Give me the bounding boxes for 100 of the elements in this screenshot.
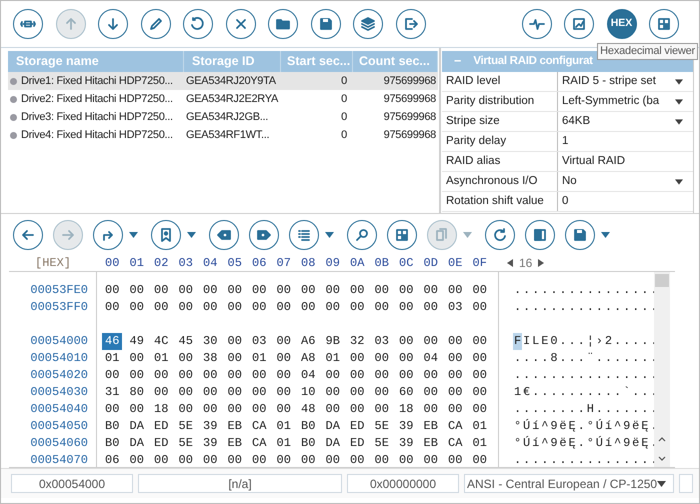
hex-byte[interactable]: 00 xyxy=(203,385,218,399)
hex-byte[interactable]: DA xyxy=(326,436,340,450)
hex-byte[interactable]: 00 xyxy=(130,351,144,365)
hex-byte[interactable]: 00 xyxy=(472,368,487,382)
dropdown-caret-icon[interactable] xyxy=(675,118,683,124)
hex-byte[interactable]: A6 xyxy=(301,334,316,348)
grid-button[interactable] xyxy=(387,220,417,250)
dropdown-caret-icon[interactable] xyxy=(601,232,610,238)
hex-byte[interactable]: 00 xyxy=(276,334,291,348)
hex-byte[interactable]: 00 xyxy=(178,402,193,416)
hex-byte[interactable]: 48 xyxy=(301,402,316,416)
hex-view-button[interactable]: HEX xyxy=(606,9,636,39)
hex-byte[interactable]: 00 xyxy=(448,385,462,399)
property-value[interactable]: No xyxy=(558,172,693,191)
hex-byte[interactable]: ED xyxy=(154,436,168,450)
hex-byte[interactable]: 00 xyxy=(154,283,168,297)
hex-byte[interactable]: 00 xyxy=(399,368,414,382)
hex-byte[interactable]: 4C xyxy=(154,334,168,348)
hex-byte[interactable]: 00 xyxy=(350,402,364,416)
layers-button[interactable] xyxy=(353,9,383,39)
hex-byte[interactable]: 01 xyxy=(154,351,168,365)
hex-byte[interactable]: 00 xyxy=(203,453,218,467)
hex-byte[interactable]: 00 xyxy=(228,351,242,365)
hex-byte[interactable]: 00 xyxy=(448,351,462,365)
hex-byte[interactable]: 00 xyxy=(203,368,218,382)
hex-byte[interactable]: 00 xyxy=(350,453,364,467)
pencil-button[interactable] xyxy=(140,9,170,39)
hex-byte[interactable]: 00 xyxy=(178,453,193,467)
hex-byte[interactable]: 00 xyxy=(374,283,389,297)
hex-byte[interactable]: EB xyxy=(228,419,242,433)
hex-byte[interactable]: 01 xyxy=(326,351,340,365)
hex-byte[interactable]: 00 xyxy=(326,300,340,314)
hex-byte[interactable]: 00 xyxy=(105,283,120,297)
hex-byte[interactable]: 00 xyxy=(130,368,144,382)
hex-byte[interactable]: 39 xyxy=(399,419,414,433)
hex-byte[interactable]: 00 xyxy=(448,283,462,297)
hex-byte[interactable]: 00 xyxy=(252,385,266,399)
hex-byte[interactable]: 00 xyxy=(424,402,438,416)
hex-byte[interactable]: 00 xyxy=(326,368,340,382)
hex-byte[interactable]: 00 xyxy=(276,368,291,382)
hex-byte[interactable]: 00 xyxy=(203,300,218,314)
hex-byte[interactable]: 00 xyxy=(130,453,144,467)
hex-byte[interactable]: 00 xyxy=(178,351,193,365)
hex-byte[interactable]: 00 xyxy=(301,453,316,467)
hex-byte[interactable]: 18 xyxy=(399,402,414,416)
dropdown-caret-icon[interactable] xyxy=(675,98,683,104)
hex-byte[interactable]: 01 xyxy=(472,436,487,450)
hex-byte[interactable]: 39 xyxy=(399,436,414,450)
hex-byte[interactable]: 00 xyxy=(424,368,438,382)
storage-row[interactable]: Drive2: Fixed Hitachi HDP7250... GEA534RJ2E2RYA 0 975699968 xyxy=(8,90,438,108)
link-button[interactable] xyxy=(13,9,43,39)
hex-byte[interactable]: 00 xyxy=(130,402,144,416)
property-value[interactable]: RAID 5 - stripe set xyxy=(558,72,693,91)
hex-byte[interactable]: 45 xyxy=(178,334,193,348)
hex-byte[interactable]: 00 xyxy=(374,385,389,399)
hex-byte[interactable]: 00 xyxy=(105,368,120,382)
hex-byte[interactable]: 00 xyxy=(448,334,462,348)
hex-byte[interactable]: 00 xyxy=(178,385,193,399)
hex-byte[interactable]: ED xyxy=(350,436,364,450)
columns-button[interactable] xyxy=(525,220,555,250)
hex-byte[interactable]: 00 xyxy=(301,300,316,314)
list-button[interactable] xyxy=(289,220,319,250)
hex-byte[interactable]: 00 xyxy=(472,300,487,314)
hex-byte[interactable]: CA xyxy=(252,436,266,450)
hex-byte[interactable]: 00 xyxy=(105,402,120,416)
hex-byte[interactable]: 00 xyxy=(374,453,389,467)
hex-byte[interactable]: 03 xyxy=(448,300,462,314)
hex-byte[interactable]: 01 xyxy=(105,351,120,365)
scrollbar[interactable] xyxy=(654,272,670,467)
hex-byte[interactable]: EB xyxy=(228,436,242,450)
hex-byte[interactable]: 00 xyxy=(374,351,389,365)
redirect-arrow-button[interactable] xyxy=(93,220,123,250)
property-value[interactable]: Virtual RAID xyxy=(558,152,693,171)
back-arrow-button[interactable] xyxy=(13,220,43,250)
hex-byte[interactable]: 00 xyxy=(252,283,266,297)
hex-byte[interactable]: 01 xyxy=(472,419,487,433)
hex-byte[interactable]: 00 xyxy=(448,368,462,382)
hex-byte[interactable]: 00 xyxy=(178,283,193,297)
hex-byte[interactable]: 01 xyxy=(252,351,266,365)
hex-byte[interactable]: 00 xyxy=(374,368,389,382)
hex-byte[interactable]: 00 xyxy=(178,300,193,314)
storage-row[interactable]: Drive3: Fixed Hitachi HDP7250... GEA534RJ2GB... 0 975699968 xyxy=(8,108,438,126)
hex-byte[interactable]: 00 xyxy=(472,334,487,348)
dropdown-caret-icon[interactable] xyxy=(675,78,683,84)
hex-byte[interactable]: 01 xyxy=(276,419,291,433)
hex-byte[interactable]: B0 xyxy=(301,436,316,450)
hex-byte[interactable]: 00 xyxy=(326,283,340,297)
hex-byte[interactable]: 00 xyxy=(154,385,168,399)
hex-byte[interactable]: 00 xyxy=(374,300,389,314)
storage-row[interactable]: Drive4: Fixed Hitachi HDP7250... GEA534RF1WT... 0 975699968 xyxy=(8,126,438,144)
hex-byte[interactable]: 00 xyxy=(228,283,242,297)
hex-byte[interactable]: DA xyxy=(326,419,340,433)
hex-byte[interactable]: 00 xyxy=(472,351,487,365)
hex-byte[interactable]: CA xyxy=(448,419,462,433)
hex-byte[interactable]: CA xyxy=(252,419,266,433)
hex-byte[interactable]: 00 xyxy=(276,453,291,467)
hex-byte[interactable]: ED xyxy=(154,419,168,433)
hex-byte[interactable]: 00 xyxy=(276,402,291,416)
next-icon[interactable] xyxy=(538,259,544,267)
dropdown-caret-icon[interactable] xyxy=(187,232,196,238)
